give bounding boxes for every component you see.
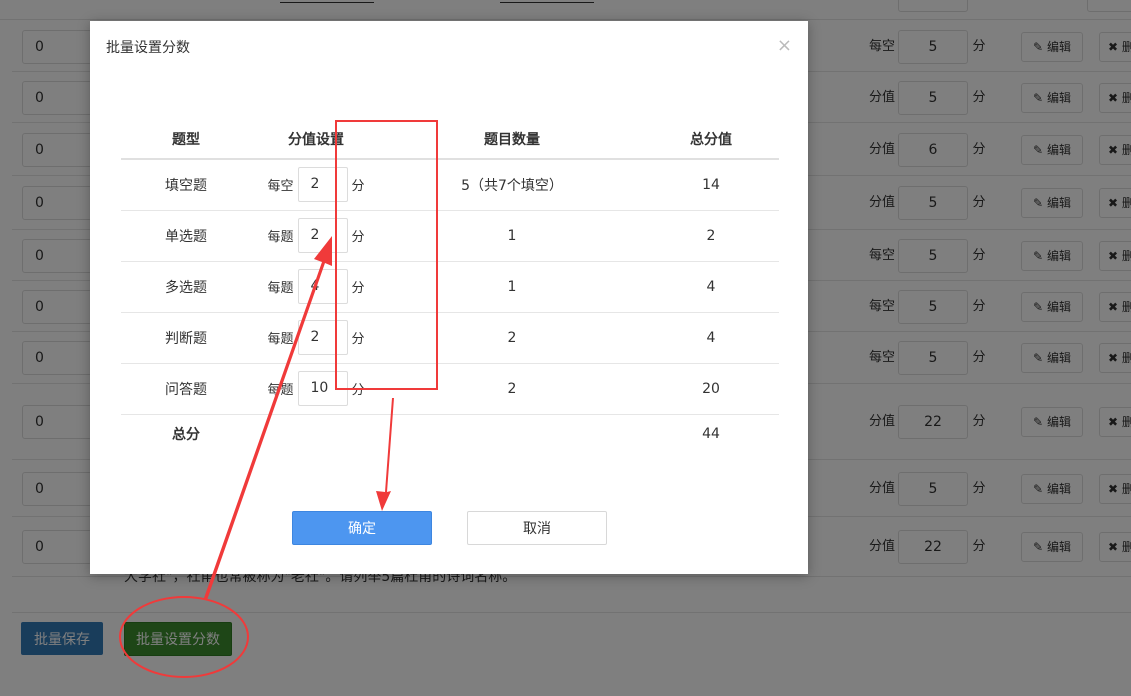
score-input[interactable]: 2 <box>297 320 348 355</box>
row-total: 4 <box>643 312 779 364</box>
score-prefix: 每题 <box>267 332 294 347</box>
table-row: 单选题 每题 2 分 1 2 <box>121 210 779 262</box>
question-type: 单选题 <box>121 210 251 262</box>
header-type: 题型 <box>121 119 251 160</box>
table-row: 填空题 每空 2 分 5（共7个填空） 14 <box>121 159 779 211</box>
score-input[interactable]: 2 <box>297 218 348 253</box>
header-total: 总分值 <box>643 119 779 160</box>
score-input[interactable]: 10 <box>297 371 348 406</box>
question-type: 多选题 <box>121 261 251 313</box>
score-setting-cell: 每题 10 分 <box>251 363 381 415</box>
score-prefix: 每题 <box>267 281 294 296</box>
dialog-title: 批量设置分数 <box>106 40 190 56</box>
question-type: 填空题 <box>121 159 251 211</box>
header-score-setting: 分值设置 <box>251 119 381 160</box>
score-unit: 分 <box>351 332 365 347</box>
question-count: 5（共7个填空） <box>381 159 643 211</box>
confirm-button[interactable]: 确定 <box>292 511 432 545</box>
score-setting-cell: 每题 4 分 <box>251 261 381 313</box>
question-count: 2 <box>381 363 643 415</box>
question-type: 问答题 <box>121 363 251 415</box>
row-total: 4 <box>643 261 779 313</box>
total-row: 总分 44 <box>121 414 779 454</box>
score-prefix: 每题 <box>267 383 294 398</box>
score-input[interactable]: 4 <box>297 269 348 304</box>
question-count: 1 <box>381 210 643 262</box>
cancel-button[interactable]: 取消 <box>467 511 607 545</box>
empty-cell <box>381 414 643 454</box>
table-row: 问答题 每题 10 分 2 20 <box>121 363 779 415</box>
score-setting-cell: 每题 2 分 <box>251 210 381 262</box>
close-icon[interactable]: × <box>777 36 792 56</box>
score-unit: 分 <box>351 179 365 195</box>
total-label: 总分 <box>172 427 200 444</box>
score-unit: 分 <box>351 383 365 398</box>
batch-score-dialog: 批量设置分数 × 题型 分值设置 题目数量 总分值 填空题 每空 2 分 5（共7个填空… <box>90 21 808 574</box>
empty-cell <box>251 414 381 454</box>
question-count: 1 <box>381 261 643 313</box>
table-header-row: 题型 分值设置 题目数量 总分值 <box>121 119 779 160</box>
score-setting-cell: 每题 2 分 <box>251 312 381 364</box>
score-prefix: 每空 <box>267 179 294 195</box>
row-total: 20 <box>643 363 779 415</box>
score-input[interactable]: 2 <box>297 167 348 203</box>
header-count: 题目数量 <box>381 119 643 160</box>
table-row: 多选题 每题 4 分 1 4 <box>121 261 779 313</box>
question-type: 判断题 <box>121 312 251 364</box>
row-total: 2 <box>643 210 779 262</box>
score-prefix: 每题 <box>267 230 294 245</box>
total-value: 44 <box>702 426 720 443</box>
row-total: 14 <box>643 159 779 211</box>
question-count: 2 <box>381 312 643 364</box>
score-setting-cell: 每空 2 分 <box>251 159 381 211</box>
score-unit: 分 <box>351 281 365 296</box>
score-table: 题型 分值设置 题目数量 总分值 填空题 每空 2 分 5（共7个填空） 14 单选题 每题 2… <box>121 119 779 454</box>
score-unit: 分 <box>351 230 365 245</box>
table-row: 判断题 每题 2 分 2 4 <box>121 312 779 364</box>
score-table-body: 填空题 每空 2 分 5（共7个填空） 14 单选题 每题 2 分 1 2 多选题 每题 4 分 1 4 判断题 每题… <box>121 159 779 454</box>
